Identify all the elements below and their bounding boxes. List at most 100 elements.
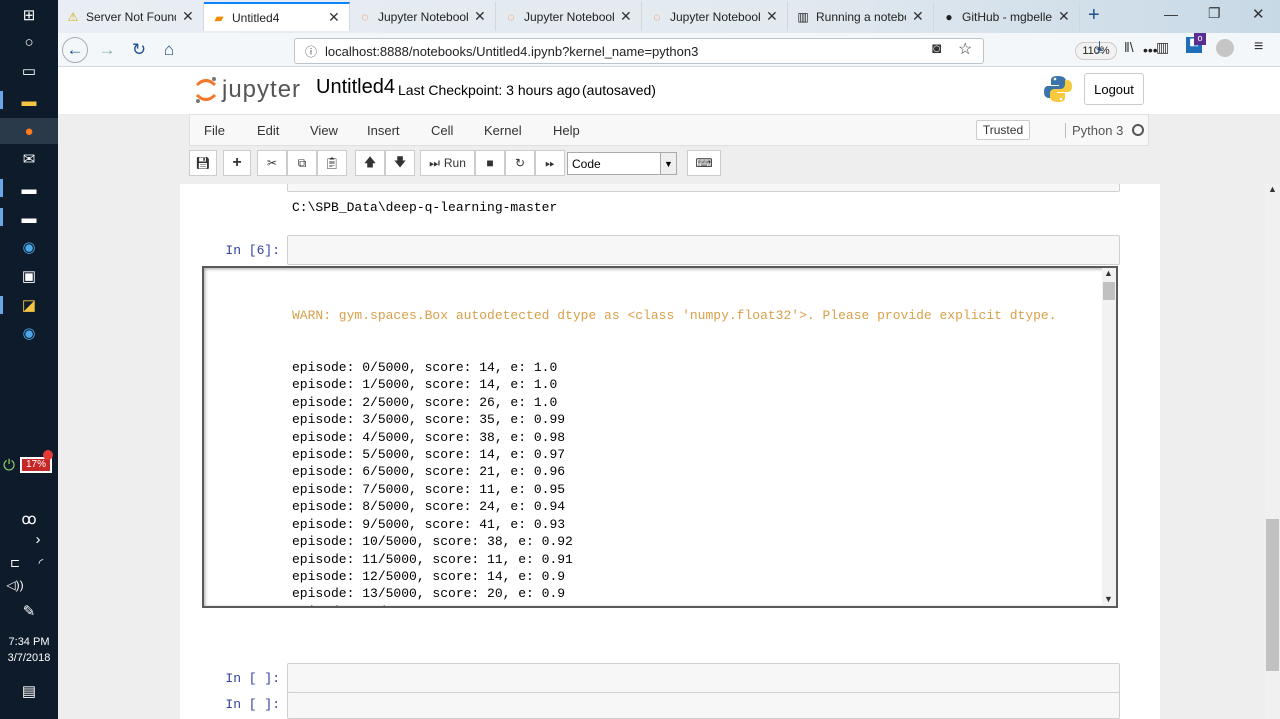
close-window-icon[interactable]: ✕: [1252, 5, 1265, 23]
insert-cell-icon[interactable]: +: [223, 150, 251, 176]
jupyter-icon: ◌: [653, 9, 661, 24]
home-icon[interactable]: ⌂: [156, 38, 182, 62]
close-tab-icon[interactable]: ✕: [912, 8, 924, 25]
tab-server-not-found[interactable]: ⚠ Server Not Found ✕: [58, 2, 204, 31]
empty-cell-2-input[interactable]: [287, 663, 1120, 693]
telegram-icon[interactable]: ◉: [14, 236, 44, 258]
minimize-icon[interactable]: —: [1164, 6, 1178, 22]
cell-6-input[interactable]: [287, 235, 1120, 265]
firefox-taskbar-icon[interactable]: ●: [0, 118, 58, 144]
people-icon[interactable]: ꝏ: [14, 508, 44, 530]
bookmark-star-icon[interactable]: ☆: [958, 39, 972, 59]
paste-icon[interactable]: 📋︎: [317, 150, 347, 176]
task-view-icon[interactable]: ▭: [14, 60, 44, 82]
action-center-icon[interactable]: ▤: [14, 680, 44, 702]
output-scrollbar-thumb[interactable]: [1103, 282, 1115, 300]
chevron-right-icon[interactable]: ›: [28, 528, 48, 550]
chevron-up-icon[interactable]: ▲: [1268, 184, 1277, 194]
close-tab-icon[interactable]: ✕: [1058, 8, 1070, 25]
restart-icon[interactable]: ↻: [505, 150, 535, 176]
tab-jupyter-notebook-2[interactable]: ◌ Jupyter Notebook ✕: [496, 2, 642, 31]
previous-cell-input[interactable]: [287, 184, 1120, 192]
jupyter-logo[interactable]: jupyter: [194, 75, 301, 105]
chevron-down-icon[interactable]: ▼: [1104, 594, 1113, 604]
new-tab-icon[interactable]: +: [1088, 4, 1100, 27]
move-up-icon[interactable]: 🡅︎: [355, 150, 385, 176]
telegram-icon-2[interactable]: ◉: [14, 322, 44, 344]
close-tab-icon[interactable]: ✕: [474, 8, 486, 25]
library-icon[interactable]: ‖\: [1124, 39, 1134, 55]
maximize-icon[interactable]: ❐: [1208, 5, 1221, 22]
stop-icon[interactable]: ■: [475, 150, 505, 176]
windows-start-icon[interactable]: ⊞: [14, 4, 44, 26]
volume-icon[interactable]: ◁)): [4, 574, 26, 596]
cell-6-output-text: WARN: gym.spaces.Box autodetected dtype …: [292, 272, 1082, 606]
episode-line: episode: 2/5000, score: 26, e: 1.0: [292, 394, 558, 410]
address-bar[interactable]: ⓘ localhost:8888/notebooks/Untitled4.ipy…: [294, 38, 1158, 64]
menu-kernel[interactable]: Kernel: [484, 123, 522, 138]
menu-file[interactable]: File: [204, 123, 225, 138]
kernel-name[interactable]: Python 3: [1065, 123, 1123, 138]
trusted-badge[interactable]: Trusted: [976, 120, 1030, 140]
menu-edit[interactable]: Edit: [257, 123, 279, 138]
wifi-icon[interactable]: ◜: [30, 552, 52, 574]
tab-untitled4[interactable]: ▰ Untitled4 ✕: [204, 2, 350, 31]
image-viewer-icon[interactable]: ▣: [14, 265, 44, 287]
page-scrollbar-thumb[interactable]: [1266, 519, 1279, 671]
menu-cell[interactable]: Cell: [431, 123, 453, 138]
app-window-icon-2[interactable]: ▬: [14, 207, 44, 229]
mail-icon[interactable]: ✉: [14, 148, 44, 170]
cut-icon[interactable]: ✂: [257, 150, 287, 176]
system-clock[interactable]: 7:34 PM 3/7/2018: [0, 634, 58, 666]
menu-view[interactable]: View: [310, 123, 338, 138]
move-down-icon[interactable]: 🡇︎: [385, 150, 415, 176]
save-icon[interactable]: 💾︎: [189, 150, 217, 176]
output-scrollbar[interactable]: ▲ ▼: [1102, 268, 1116, 606]
checkpoint-status: Last Checkpoint: 3 hours ago: [398, 82, 581, 98]
menu-help[interactable]: Help: [553, 123, 580, 138]
cell-type-select[interactable]: Code ▼: [567, 152, 677, 175]
tab-jupyter-notebook-3[interactable]: ◌ Jupyter Notebook ✕: [642, 2, 788, 31]
jupyter-icon: ◌: [507, 9, 515, 24]
menu-icon[interactable]: ≡: [1254, 38, 1263, 56]
chevron-up-icon[interactable]: ▲: [1104, 268, 1113, 278]
cell-6-output-area[interactable]: WARN: gym.spaces.Box autodetected dtype …: [202, 266, 1118, 608]
copy-icon[interactable]: ⧉: [287, 150, 317, 176]
episode-line: episode: 6/5000, score: 21, e: 0.96: [292, 464, 566, 480]
close-tab-icon[interactable]: ✕: [328, 9, 340, 26]
run-button[interactable]: ⏭︎ Run: [420, 150, 475, 176]
info-icon[interactable]: ⓘ: [305, 43, 317, 60]
notes-icon[interactable]: ◪: [14, 294, 44, 316]
close-tab-icon[interactable]: ✕: [620, 8, 632, 25]
episode-line: episode: 13/5000, score: 20, e: 0.9: [292, 586, 566, 602]
menu-insert[interactable]: Insert: [367, 123, 400, 138]
file-explorer-icon[interactable]: ▬: [14, 90, 44, 112]
logout-button[interactable]: Logout: [1084, 73, 1144, 105]
browser-nav-bar: ← → ↻ ⌂ ⓘ localhost:8888/notebooks/Untit…: [58, 33, 1280, 67]
download-icon[interactable]: ⤓: [1096, 39, 1103, 57]
tab-github[interactable]: ● GitHub - mgbelle ✕: [934, 2, 1080, 31]
tab-jupyter-notebook-1[interactable]: ◌ Jupyter Notebook ✕: [350, 2, 496, 31]
network-icon[interactable]: ⊏: [4, 552, 26, 574]
pen-icon[interactable]: ✎: [14, 600, 44, 622]
account-icon[interactable]: [1216, 39, 1234, 57]
clock-date: 3/7/2018: [7, 652, 51, 664]
tab-running-a-notebook[interactable]: ▥ Running a notebo ✕: [788, 2, 934, 31]
search-icon[interactable]: ○: [14, 31, 44, 53]
fast-forward-icon[interactable]: ⏩︎: [535, 150, 565, 176]
sidebar-icon[interactable]: ▥: [1156, 39, 1169, 56]
pocket-icon[interactable]: ◙: [932, 40, 941, 57]
close-tab-icon[interactable]: ✕: [766, 8, 778, 25]
extension-badge-icon[interactable]: o: [1194, 33, 1206, 45]
back-icon[interactable]: ←: [62, 37, 88, 63]
keyboard-icon[interactable]: ⌨: [687, 150, 721, 176]
empty-cell-1-input[interactable]: [287, 689, 1120, 719]
notebook-title[interactable]: Untitled4: [316, 76, 395, 99]
jupyter-logo-text: jupyter: [222, 76, 302, 103]
notebook-toolbar: 💾︎ + ✂ ⧉ 📋︎ 🡅︎ 🡇︎ ⏭︎ Run ■ ↻ ⏩︎ Code ▼ ⌨: [189, 150, 1149, 180]
forward-icon[interactable]: →: [94, 38, 120, 62]
close-tab-icon[interactable]: ✕: [182, 8, 194, 25]
url-text: localhost:8888/notebooks/Untitled4.ipynb…: [325, 43, 699, 59]
app-window-icon[interactable]: ▬: [14, 178, 44, 200]
reload-icon[interactable]: ↻: [126, 38, 152, 62]
